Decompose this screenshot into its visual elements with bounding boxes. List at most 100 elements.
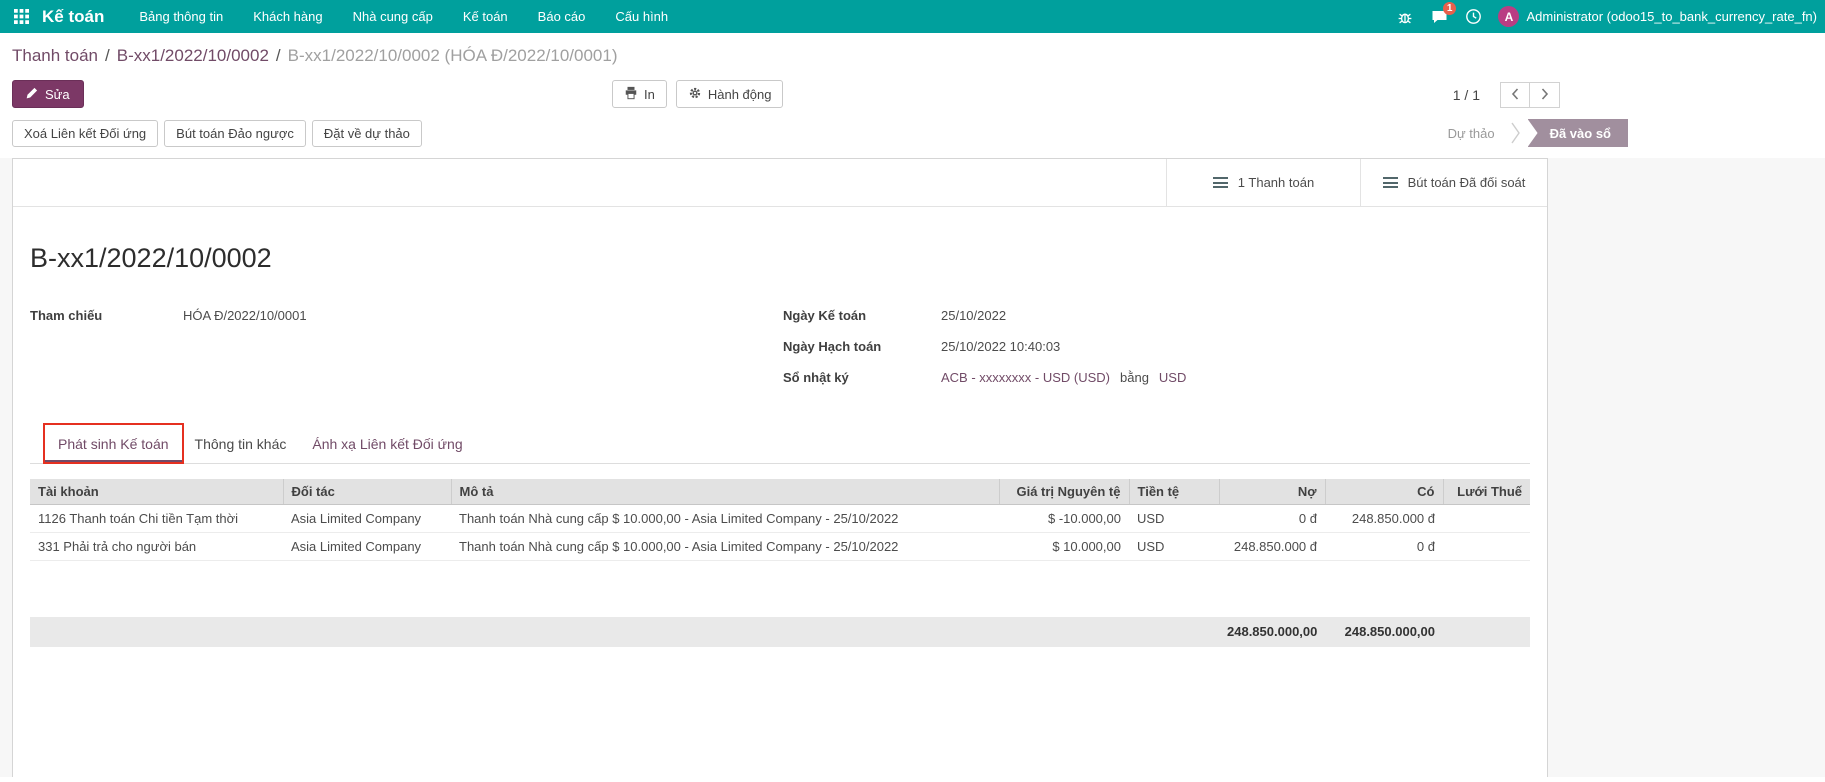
edit-button[interactable]: Sửa [12,80,84,108]
breadcrumb: Thanh toán/B-xx1/2022/10/0002/B-xx1/2022… [0,33,1825,71]
field-accounting-date-value: 25/10/2022 [941,306,1006,326]
totals-row: 248.850.000,00 248.850.000,00 [30,617,1530,647]
pager-next-button[interactable] [1530,82,1560,108]
action-statusbar-row: Xoá Liên kết Đối ứng Bút toán Đảo ngược … [0,117,1825,158]
messages-chat-icon[interactable]: 1 [1430,8,1448,26]
cell-currency: USD [1129,533,1219,561]
menu-reporting[interactable]: Báo cáo [523,0,601,33]
printer-icon [624,86,638,103]
statusbar: Dự thảo Đã vào sổ [1448,119,1628,147]
reset-to-draft-button[interactable]: Đặt về dự thảo [312,120,422,147]
main-menu-bar: Bảng thông tin Khách hàng Nhà cung cấp K… [124,0,683,33]
col-header-account[interactable]: Tài khoản [30,479,283,505]
total-credit: 248.850.000,00 [1325,617,1443,647]
bars-icon [1383,175,1398,191]
table-row[interactable]: 331 Phải trả cho người bán Asia Limited … [30,533,1530,561]
statusbar-chevron-icon [1511,122,1520,144]
col-header-label[interactable]: Mô tả [451,479,999,505]
status-draft[interactable]: Dự thảo [1448,126,1495,141]
notebook-tabs: Phát sinh Kế toán Thông tin khác Ánh xạ … [30,427,1530,464]
cell-amount-currency: $ 10.000,00 [999,533,1129,561]
chevron-left-icon [1511,87,1519,103]
menu-vendors[interactable]: Nhà cung cấp [338,0,448,33]
record-title: B-xx1/2022/10/0002 [30,243,1530,274]
tab-reconciliation-mapping[interactable]: Ánh xạ Liên kết Đối ứng [299,427,475,463]
col-header-debit[interactable]: Nợ [1219,479,1325,505]
field-journal-label: Sổ nhật ký [783,368,941,388]
col-header-currency[interactable]: Tiền tệ [1129,479,1219,505]
user-name: Administrator (odoo15_to_bank_currency_r… [1526,9,1817,24]
user-menu[interactable]: A Administrator (odoo15_to_bank_currency… [1498,6,1817,27]
center-buttons: In Hành động [612,80,783,108]
journal-currency-link[interactable]: USD [1159,370,1186,385]
app-title[interactable]: Kế toán [42,7,104,27]
col-header-tax-grids[interactable]: Lưới Thuế [1443,479,1530,505]
field-reference-value: HÓA Đ/2022/10/0001 [183,306,307,326]
cell-label: Thanh toán Nhà cung cấp $ 10.000,00 - As… [451,533,999,561]
menu-customers[interactable]: Khách hàng [238,0,337,33]
breadcrumb-link-entry[interactable]: B-xx1/2022/10/0002 [117,46,269,65]
cell-credit: 0 đ [1325,533,1443,561]
tab-other-info[interactable]: Thông tin khác [182,427,300,463]
col-header-partner[interactable]: Đối tác [283,479,451,505]
field-posting-date-label: Ngày Hạch toán [783,337,941,357]
pager: 1 / 1 [1453,82,1560,108]
bars-icon [1213,175,1228,191]
breadcrumb-link-payments[interactable]: Thanh toán [12,46,98,65]
cell-account: 331 Phải trả cho người bán [30,533,283,561]
debug-bug-icon[interactable] [1396,8,1414,26]
cell-debit: 0 đ [1219,505,1325,533]
tab-other-info-label: Thông tin khác [195,436,287,452]
cell-tax-grids [1443,505,1530,533]
cell-debit: 248.850.000 đ [1219,533,1325,561]
form-sheet: 1 Thanh toán Bút toán Đã đối soát B-xx1/… [12,158,1548,777]
field-reference: Tham chiếu HÓA Đ/2022/10/0001 [30,306,783,326]
pencil-icon [26,87,38,102]
status-posted[interactable]: Đã vào sổ [1528,119,1628,147]
tab-reconciliation-mapping-label: Ánh xạ Liên kết Đối ứng [312,436,462,452]
activities-clock-icon[interactable] [1464,8,1482,26]
breadcrumb-separator: / [105,46,110,65]
pager-previous-button[interactable] [1500,82,1530,108]
table-header-row: Tài khoản Đối tác Mô tả Giá trị Nguyên t… [30,479,1530,505]
print-button[interactable]: In [612,80,667,108]
total-debit: 248.850.000,00 [1219,617,1325,647]
menu-accounting[interactable]: Kế toán [448,0,523,33]
menu-dashboard[interactable]: Bảng thông tin [124,0,238,33]
field-reference-label: Tham chiếu [30,306,183,326]
payments-smart-button-label: 1 Thanh toán [1238,175,1314,190]
edit-button-label: Sửa [45,87,70,102]
journal-link[interactable]: ACB - xxxxxxxx - USD (USD) [941,370,1110,385]
record-action-buttons: Xoá Liên kết Đối ứng Bút toán Đảo ngược … [12,120,422,147]
remove-reconciliation-button[interactable]: Xoá Liên kết Đối ứng [12,120,158,147]
cell-tax-grids [1443,533,1530,561]
action-button-label: Hành động [708,87,772,102]
field-accounting-date: Ngày Kế toán 25/10/2022 [783,306,1530,326]
field-groups: Tham chiếu HÓA Đ/2022/10/0001 Ngày Kế to… [30,306,1530,399]
menu-configuration[interactable]: Cấu hình [600,0,683,33]
tab-journal-items[interactable]: Phát sinh Kế toán [45,427,182,463]
message-count-badge: 1 [1443,2,1457,15]
avatar: A [1498,6,1519,27]
col-header-amount-currency[interactable]: Giá trị Nguyên tệ [999,479,1129,505]
gear-icon [688,86,702,103]
col-header-credit[interactable]: Có [1325,479,1443,505]
field-posting-date: Ngày Hạch toán 25/10/2022 10:40:03 [783,337,1530,357]
content-area: 1 Thanh toán Bút toán Đã đối soát B-xx1/… [0,158,1825,777]
reverse-entry-button[interactable]: Bút toán Đảo ngược [164,120,306,147]
print-button-label: In [644,87,655,102]
reconciled-entries-smart-button[interactable]: Bút toán Đã đối soát [1360,159,1547,206]
empty-rows-area [30,561,1530,617]
pager-value[interactable]: 1 / 1 [1453,87,1480,103]
cell-credit: 248.850.000 đ [1325,505,1443,533]
journal-connector: bằng [1120,370,1149,385]
table-row[interactable]: 1126 Thanh toán Chi tiền Tạm thời Asia L… [30,505,1530,533]
action-button[interactable]: Hành động [676,80,784,108]
field-accounting-date-label: Ngày Kế toán [783,306,941,326]
cell-label: Thanh toán Nhà cung cấp $ 10.000,00 - As… [451,505,999,533]
payments-smart-button[interactable]: 1 Thanh toán [1166,159,1360,206]
tab-journal-items-label: Phát sinh Kế toán [58,436,169,452]
apps-grid-icon[interactable] [4,0,38,33]
top-navbar: Kế toán Bảng thông tin Khách hàng Nhà cu… [0,0,1825,33]
breadcrumb-separator: / [276,46,281,65]
